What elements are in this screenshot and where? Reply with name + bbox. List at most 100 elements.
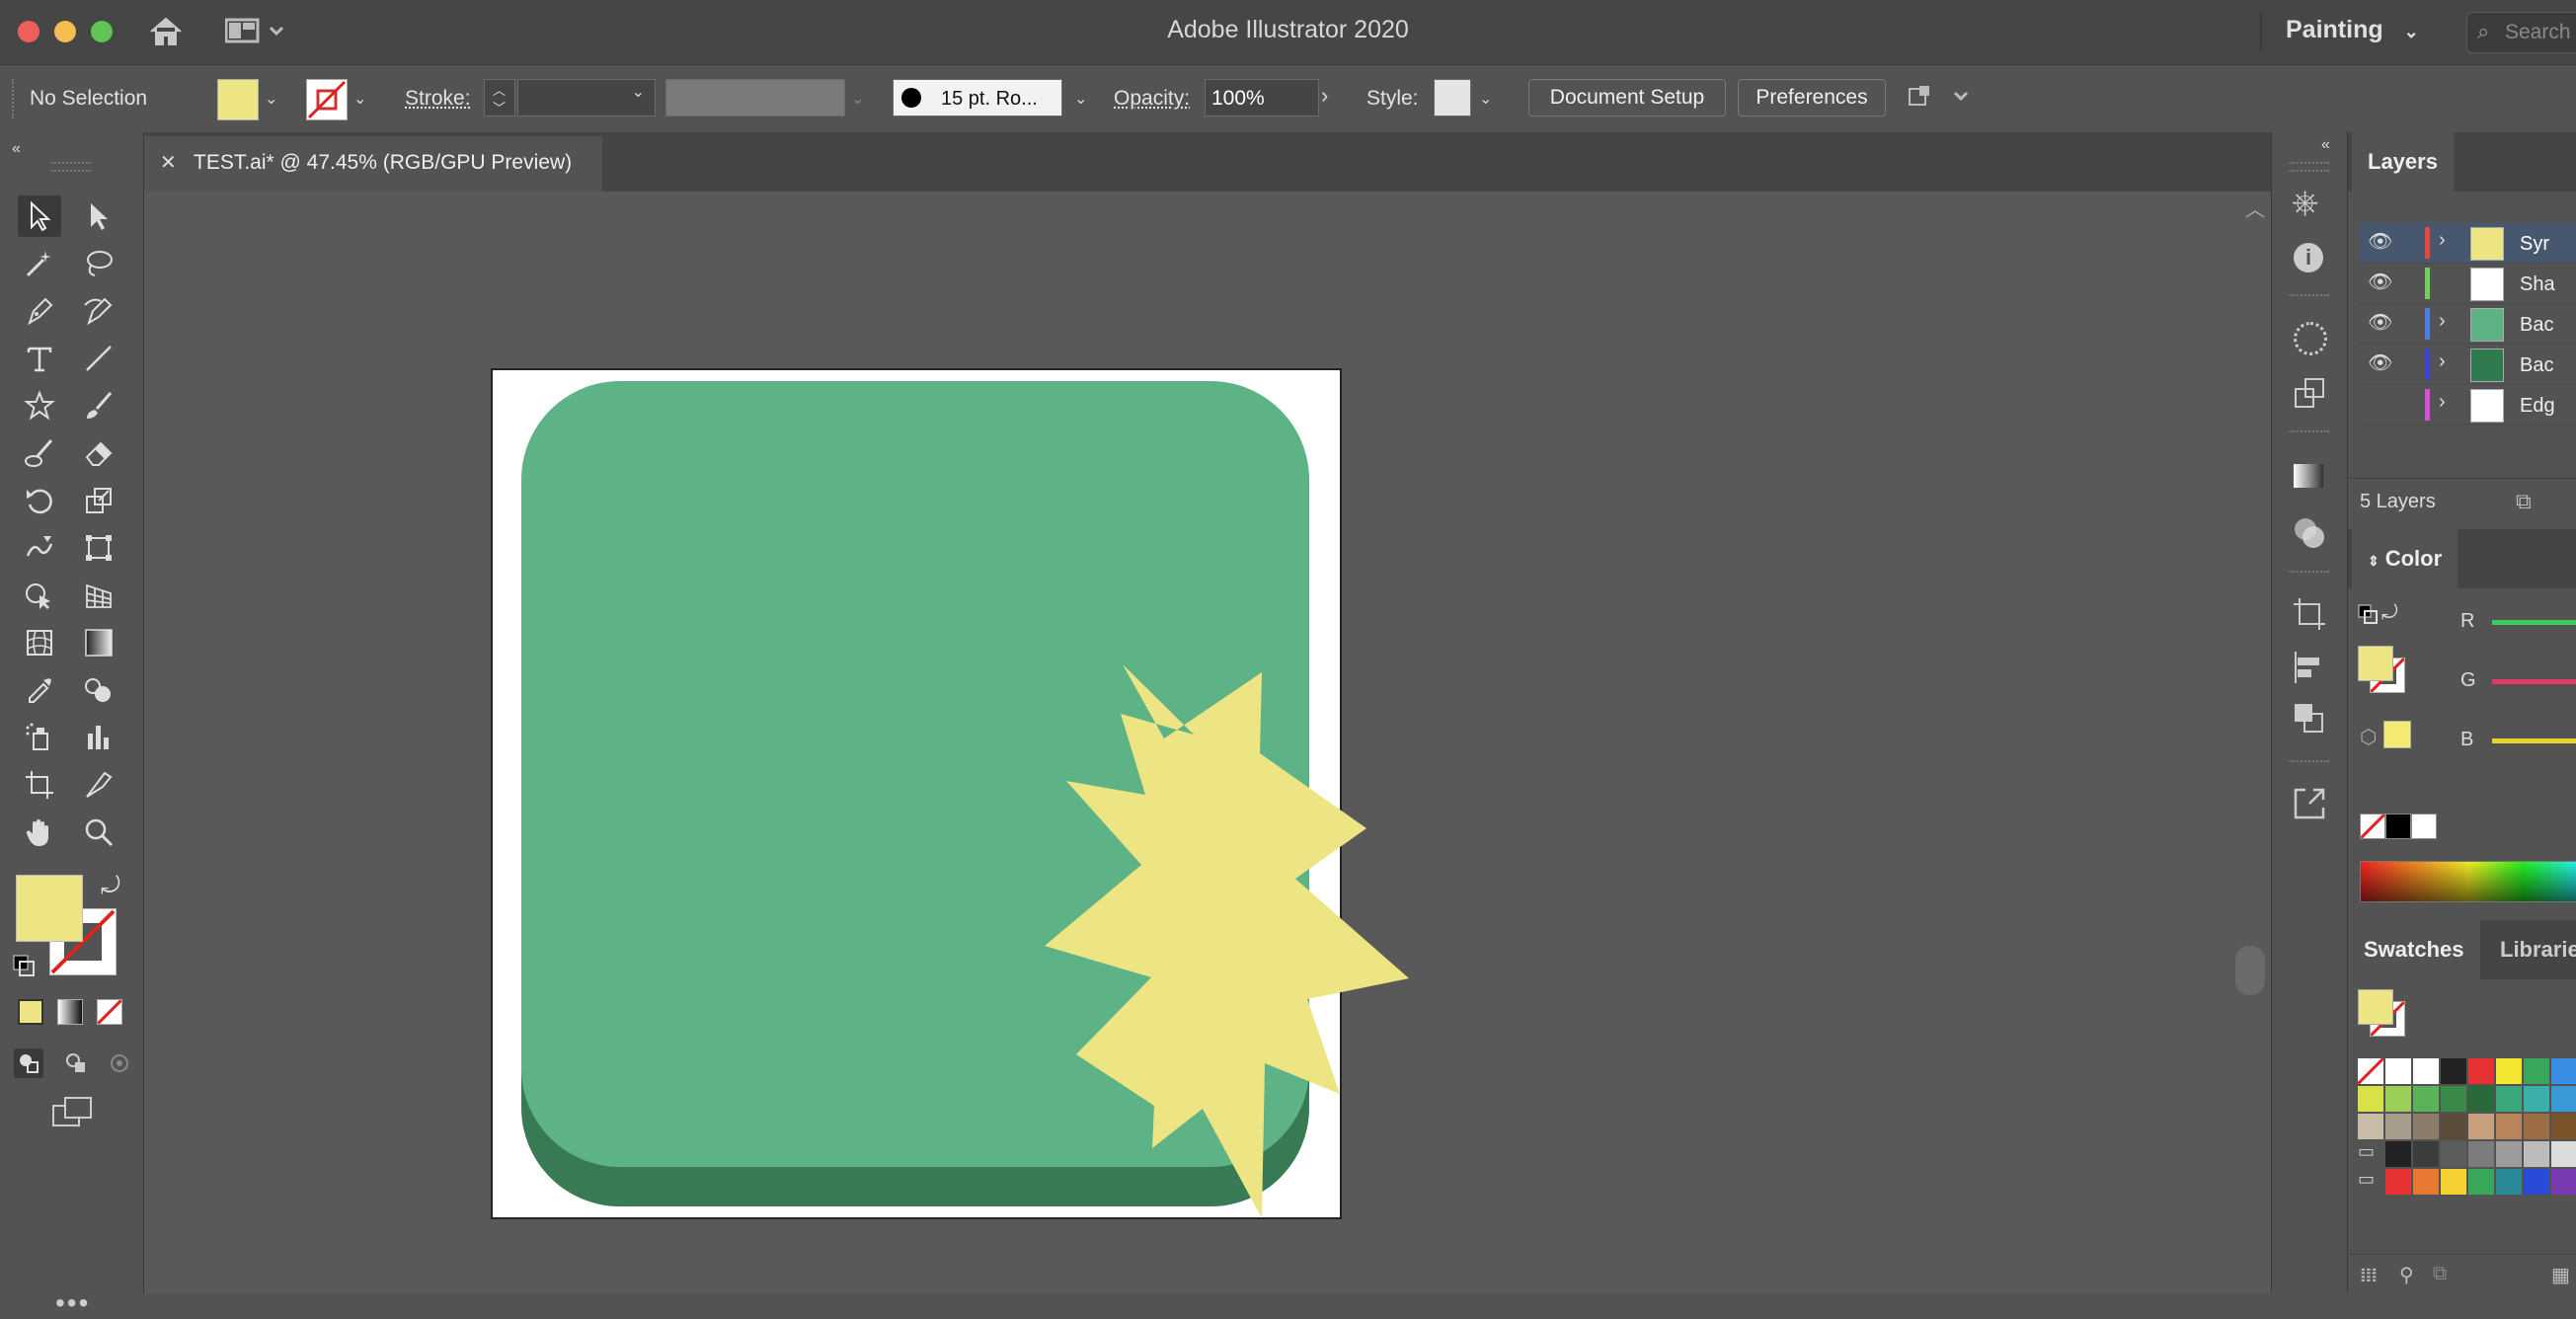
close-tab-icon[interactable]: ✕	[160, 150, 177, 175]
pen-tool-icon[interactable]	[18, 290, 61, 332]
collapse-icon[interactable]: «	[2321, 136, 2330, 154]
color-swatch[interactable]	[2413, 1169, 2439, 1195]
magic-wand-tool-icon[interactable]	[18, 243, 61, 284]
screen-mode-icon[interactable]	[51, 1096, 95, 1134]
stroke-label[interactable]: Stroke:	[405, 87, 471, 111]
color-swatch[interactable]	[2496, 1169, 2522, 1195]
layer-name[interactable]: Bac	[2520, 314, 2553, 337]
color-spectrum[interactable]	[2360, 861, 2576, 902]
color-swatch[interactable]	[2385, 1086, 2411, 1112]
direct-selection-tool-icon[interactable]	[77, 195, 120, 237]
color-swatch[interactable]	[2413, 1058, 2439, 1084]
fill-swatch[interactable]	[217, 79, 259, 120]
variable-width-profile[interactable]	[665, 79, 845, 116]
none-swatch[interactable]	[2360, 814, 2385, 839]
rotate-tool-icon[interactable]	[18, 480, 61, 521]
color-swatch[interactable]	[2524, 1141, 2549, 1167]
document-setup-button[interactable]: Document Setup	[1528, 79, 1726, 116]
color-fill-swatch[interactable]	[2358, 646, 2393, 681]
chevron-down-icon[interactable]: ⌄	[265, 89, 277, 109]
color-swatch[interactable]	[2551, 1058, 2576, 1084]
color-swatch[interactable]	[2496, 1141, 2522, 1167]
opacity-label[interactable]: Opacity:	[1114, 87, 1190, 111]
export-icon[interactable]	[2292, 786, 2327, 826]
layer-name[interactable]: Edg	[2520, 395, 2555, 418]
swap-fill-stroke-icon[interactable]: ⤾	[101, 873, 120, 900]
color-swatch[interactable]	[2524, 1114, 2549, 1139]
layer-row[interactable]: 👁 › Syr	[2360, 223, 2576, 264]
r-slider[interactable]	[2492, 620, 2576, 625]
scale-tool-icon[interactable]	[77, 480, 120, 521]
color-swatch[interactable]	[2496, 1114, 2522, 1139]
type-tool-icon[interactable]	[18, 338, 61, 379]
chevron-right-icon[interactable]: ›	[1321, 83, 1328, 109]
perspective-grid-tool-icon[interactable]	[77, 575, 120, 616]
b-slider[interactable]	[2492, 738, 2576, 743]
color-swatch[interactable]	[2385, 1114, 2411, 1139]
export-layer-icon[interactable]: ⧉	[2516, 489, 2532, 514]
paintbrush-tool-icon[interactable]	[77, 385, 120, 427]
layer-name[interactable]: Syr	[2520, 233, 2549, 256]
document-tab[interactable]: ✕ TEST.ai* @ 47.45% (RGB/GPU Preview)	[144, 136, 602, 192]
chevron-right-icon[interactable]: ›	[2439, 229, 2446, 252]
color-swatch[interactable]	[2468, 1114, 2494, 1139]
color-swatch[interactable]	[2358, 1086, 2383, 1112]
layer-row[interactable]: 👁 Sha	[2360, 264, 2576, 304]
color-swatch[interactable]	[2524, 1086, 2549, 1112]
column-graph-tool-icon[interactable]	[77, 717, 120, 758]
eye-icon[interactable]: 👁	[2368, 229, 2392, 254]
swatch-options-icon[interactable]: ⧉	[2433, 1263, 2447, 1285]
color-swatch[interactable]	[2468, 1141, 2494, 1167]
selection-tool-icon[interactable]	[18, 195, 61, 237]
stroke-swatch[interactable]	[306, 79, 348, 120]
color-swatch[interactable]	[2385, 1058, 2411, 1084]
stroke-weight-field[interactable]: ⌄	[517, 79, 656, 116]
chevron-down-icon[interactable]: ⌄	[851, 89, 864, 109]
gradient-icon[interactable]	[2294, 464, 2323, 488]
search-input[interactable]: ⌕ Search	[2466, 12, 2576, 53]
chevron-down-icon[interactable]: ⌄	[353, 89, 366, 109]
color-swatch[interactable]	[2496, 1086, 2522, 1112]
layer-row[interactable]: › Edg	[2360, 385, 2576, 426]
stroke-stepper[interactable]: ︿ ﹀	[484, 79, 515, 116]
transparency-icon[interactable]	[2292, 515, 2327, 556]
info-icon[interactable]: i	[2294, 243, 2323, 272]
color-swatch[interactable]	[2441, 1141, 2466, 1167]
show-swatch-kinds-icon[interactable]: ⚲	[2399, 1263, 2414, 1287]
slice-tool-icon[interactable]	[77, 764, 120, 806]
none-mode-icon[interactable]	[97, 999, 122, 1025]
appearance-icon[interactable]	[2294, 322, 2327, 355]
swatch-group-folder-icon[interactable]: ▭	[2358, 1169, 2383, 1195]
curvature-tool-icon[interactable]	[77, 290, 120, 332]
eraser-tool-icon[interactable]	[77, 432, 120, 474]
draw-inside-icon[interactable]	[105, 1048, 134, 1083]
hand-tool-icon[interactable]	[18, 812, 61, 853]
tab-layers[interactable]: Layers	[2352, 132, 2454, 192]
layer-row[interactable]: 👁 › Bac	[2360, 304, 2576, 345]
gradient-mode-icon[interactable]	[57, 999, 83, 1025]
layer-name[interactable]: Sha	[2520, 273, 2555, 296]
color-swatch[interactable]	[2551, 1141, 2576, 1167]
color-swatch[interactable]	[2441, 1114, 2466, 1139]
g-slider[interactable]	[2492, 679, 2576, 684]
star-tool-icon[interactable]	[18, 385, 61, 427]
color-swatch[interactable]	[2551, 1169, 2576, 1195]
arrange-icon[interactable]	[1906, 83, 1969, 117]
color-swatch[interactable]	[2385, 1169, 2411, 1195]
artboards-icon[interactable]	[2292, 596, 2327, 637]
free-transform-tool-icon[interactable]	[77, 527, 120, 569]
web-safe-swatch[interactable]	[2383, 721, 2411, 748]
color-swatch[interactable]	[2468, 1169, 2494, 1195]
symbol-sprayer-tool-icon[interactable]	[18, 717, 61, 758]
draw-behind-icon[interactable]	[61, 1048, 91, 1083]
chevron-down-icon[interactable]: ⌄	[1479, 89, 1492, 109]
opacity-field[interactable]: 100%	[1205, 79, 1319, 116]
tab-libraries[interactable]: Libraries	[2484, 920, 2576, 979]
new-color-group-icon[interactable]: ▦	[2551, 1263, 2570, 1287]
default-colors-icon[interactable]	[2358, 604, 2380, 631]
eye-icon[interactable]: 👁	[2368, 310, 2392, 335]
blob-brush-tool-icon[interactable]	[18, 432, 61, 474]
shape-builder-tool-icon[interactable]	[18, 575, 61, 616]
swap-icon[interactable]: ⤾	[2381, 602, 2398, 625]
layer-name[interactable]: Bac	[2520, 354, 2553, 377]
